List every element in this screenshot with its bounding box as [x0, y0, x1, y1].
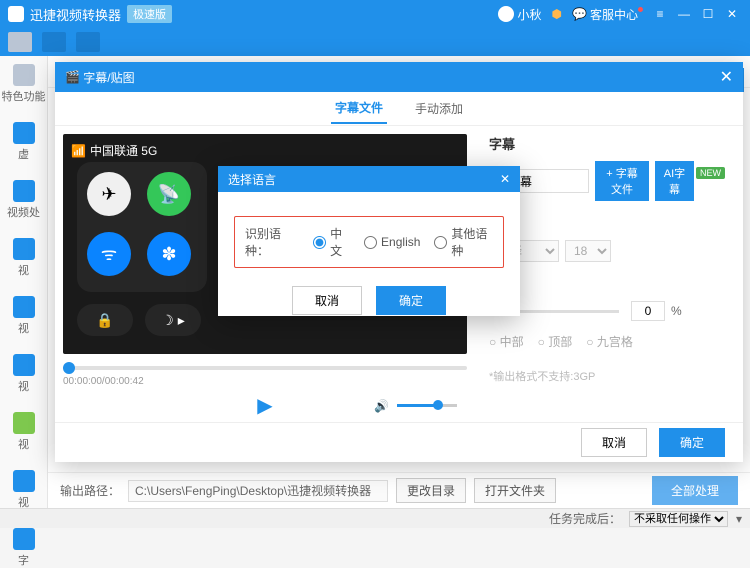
toolbar-btn-1[interactable] — [8, 32, 32, 52]
toolbar-btn-3[interactable] — [76, 32, 100, 52]
settings-heading: 设置 — [489, 213, 729, 232]
change-dir-button[interactable]: 更改目录 — [396, 478, 466, 503]
modal2-ok-button[interactable]: 确定 — [376, 286, 446, 315]
avatar-icon — [498, 6, 514, 22]
process-all-button[interactable]: 全部处理 — [652, 476, 738, 505]
edition-badge: 极速版 — [127, 5, 172, 23]
lang-en[interactable]: English — [364, 235, 420, 249]
modal2-title: 选择语言 — [228, 171, 276, 188]
title-bar: 迅捷视频转换器 极速版 小秋 ⬢ 💬 客服中心 ≡ — ☐ ✕ — [0, 0, 750, 28]
select-language-modal: 选择语言 ✕ 识别语种： 中文 English 其他语种 取消 确定 — [218, 166, 520, 316]
shield-icon[interactable]: ⬢ — [552, 7, 562, 21]
sidebar-item[interactable]: 虚 — [13, 122, 35, 162]
sidebar-item[interactable]: 特色功能 — [2, 64, 46, 104]
pos-nine[interactable]: ○ 九宫格 — [586, 333, 633, 350]
modal1-ok-button[interactable]: 确定 — [659, 428, 725, 457]
new-badge: NEW — [696, 167, 725, 179]
sidebar-item[interactable]: 字 — [13, 528, 35, 568]
chat-icon: 💬 — [572, 7, 587, 21]
app-title: 迅捷视频转换器 — [30, 5, 121, 24]
close-icon[interactable]: ✕ — [720, 67, 733, 87]
minimize-button[interactable]: — — [674, 7, 694, 21]
play-button[interactable]: ▶ — [257, 393, 272, 418]
toolbar — [0, 28, 750, 56]
statusbar-label: 任务完成后： — [549, 510, 621, 527]
wifi-icon: ᯤ — [87, 232, 131, 276]
timecode: 00:00:00/00:00:42 — [63, 376, 467, 387]
output-bar: 输出路径： 更改目录 打开文件夹 全部处理 — [48, 472, 750, 508]
seek-slider[interactable] — [63, 366, 467, 370]
moon-pill-icon: ☽ ▸ — [145, 304, 201, 336]
percent-label: % — [671, 304, 682, 318]
pos-mid[interactable]: ○ 中部 — [489, 333, 524, 350]
language-label: 识别语种： — [245, 225, 299, 259]
notification-dot-icon — [638, 7, 643, 12]
signal-icon: 📶 — [71, 144, 86, 158]
sidebar-item[interactable]: 视 — [13, 412, 35, 452]
close-window-button[interactable]: ✕ — [722, 7, 742, 21]
ai-subtitle-button[interactable]: AI字幕 — [655, 161, 694, 201]
sidebar-item[interactable]: 视频处 — [7, 180, 40, 220]
modal2-cancel-button[interactable]: 取消 — [292, 286, 362, 315]
toolbar-btn-2[interactable] — [42, 32, 66, 52]
video-icon: 🎬 — [65, 70, 80, 84]
lang-zh[interactable]: 中文 — [313, 225, 350, 259]
size-select[interactable]: 18 — [565, 240, 611, 262]
modal1-title: 字幕/贴图 — [83, 69, 134, 86]
maximize-button[interactable]: ☐ — [698, 7, 718, 21]
sidebar-item[interactable]: 视 — [13, 296, 35, 336]
volume-icon[interactable]: 🔊 — [374, 399, 389, 413]
airplane-icon: ✈ — [87, 172, 131, 216]
language-options: 识别语种： 中文 English 其他语种 — [234, 216, 504, 268]
user-info[interactable]: 小秋 — [498, 6, 542, 23]
help-center[interactable]: 💬 客服中心 — [572, 6, 646, 23]
menu-icon[interactable]: ≡ — [650, 7, 670, 21]
tab-subtitle-file[interactable]: 字幕文件 — [331, 93, 387, 124]
tab-manual-add[interactable]: 手动添加 — [411, 94, 467, 123]
app-logo-icon — [8, 6, 24, 22]
chevron-down-icon: ▾ — [736, 512, 742, 526]
cellular-icon: 📡 — [147, 172, 191, 216]
output-label: 输出路径： — [60, 482, 120, 499]
degree-heading: 度 — [489, 274, 729, 293]
position-radios: ○ 中部 ○ 顶部 ○ 九宫格 — [489, 333, 729, 350]
subtitle-heading: 字幕 — [489, 134, 729, 153]
add-subtitle-file-button[interactable]: + 字幕文件 — [595, 161, 649, 201]
sidebar: 特色功能 虚 视频处 视 视 视 视 视 字 — [0, 56, 48, 508]
bluetooth-icon: ✽ — [147, 232, 191, 276]
close-icon[interactable]: ✕ — [500, 172, 510, 186]
lock-pill-icon: 🔒 — [77, 304, 133, 336]
opacity-value[interactable] — [631, 301, 665, 321]
username: 小秋 — [518, 6, 542, 23]
status-bar: 任务完成后： 不采取任何操作 ▾ — [0, 508, 750, 528]
control-center: ✈ 📡 ᯤ ✽ — [77, 162, 207, 292]
modal1-cancel-button[interactable]: 取消 — [581, 428, 647, 457]
format-hint: *输出格式不支持:3GP — [489, 368, 729, 384]
lang-other[interactable]: 其他语种 — [434, 225, 493, 259]
sidebar-item[interactable]: 视 — [13, 470, 35, 510]
sidebar-item[interactable]: 视 — [13, 238, 35, 278]
help-center-label: 客服中心 — [590, 6, 638, 23]
output-path-input[interactable] — [128, 480, 388, 502]
after-task-select[interactable]: 不采取任何操作 — [629, 511, 728, 527]
volume-slider[interactable] — [397, 404, 457, 407]
sidebar-item[interactable]: 视 — [13, 354, 35, 394]
pos-top[interactable]: ○ 顶部 — [538, 333, 573, 350]
open-folder-button[interactable]: 打开文件夹 — [474, 478, 556, 503]
